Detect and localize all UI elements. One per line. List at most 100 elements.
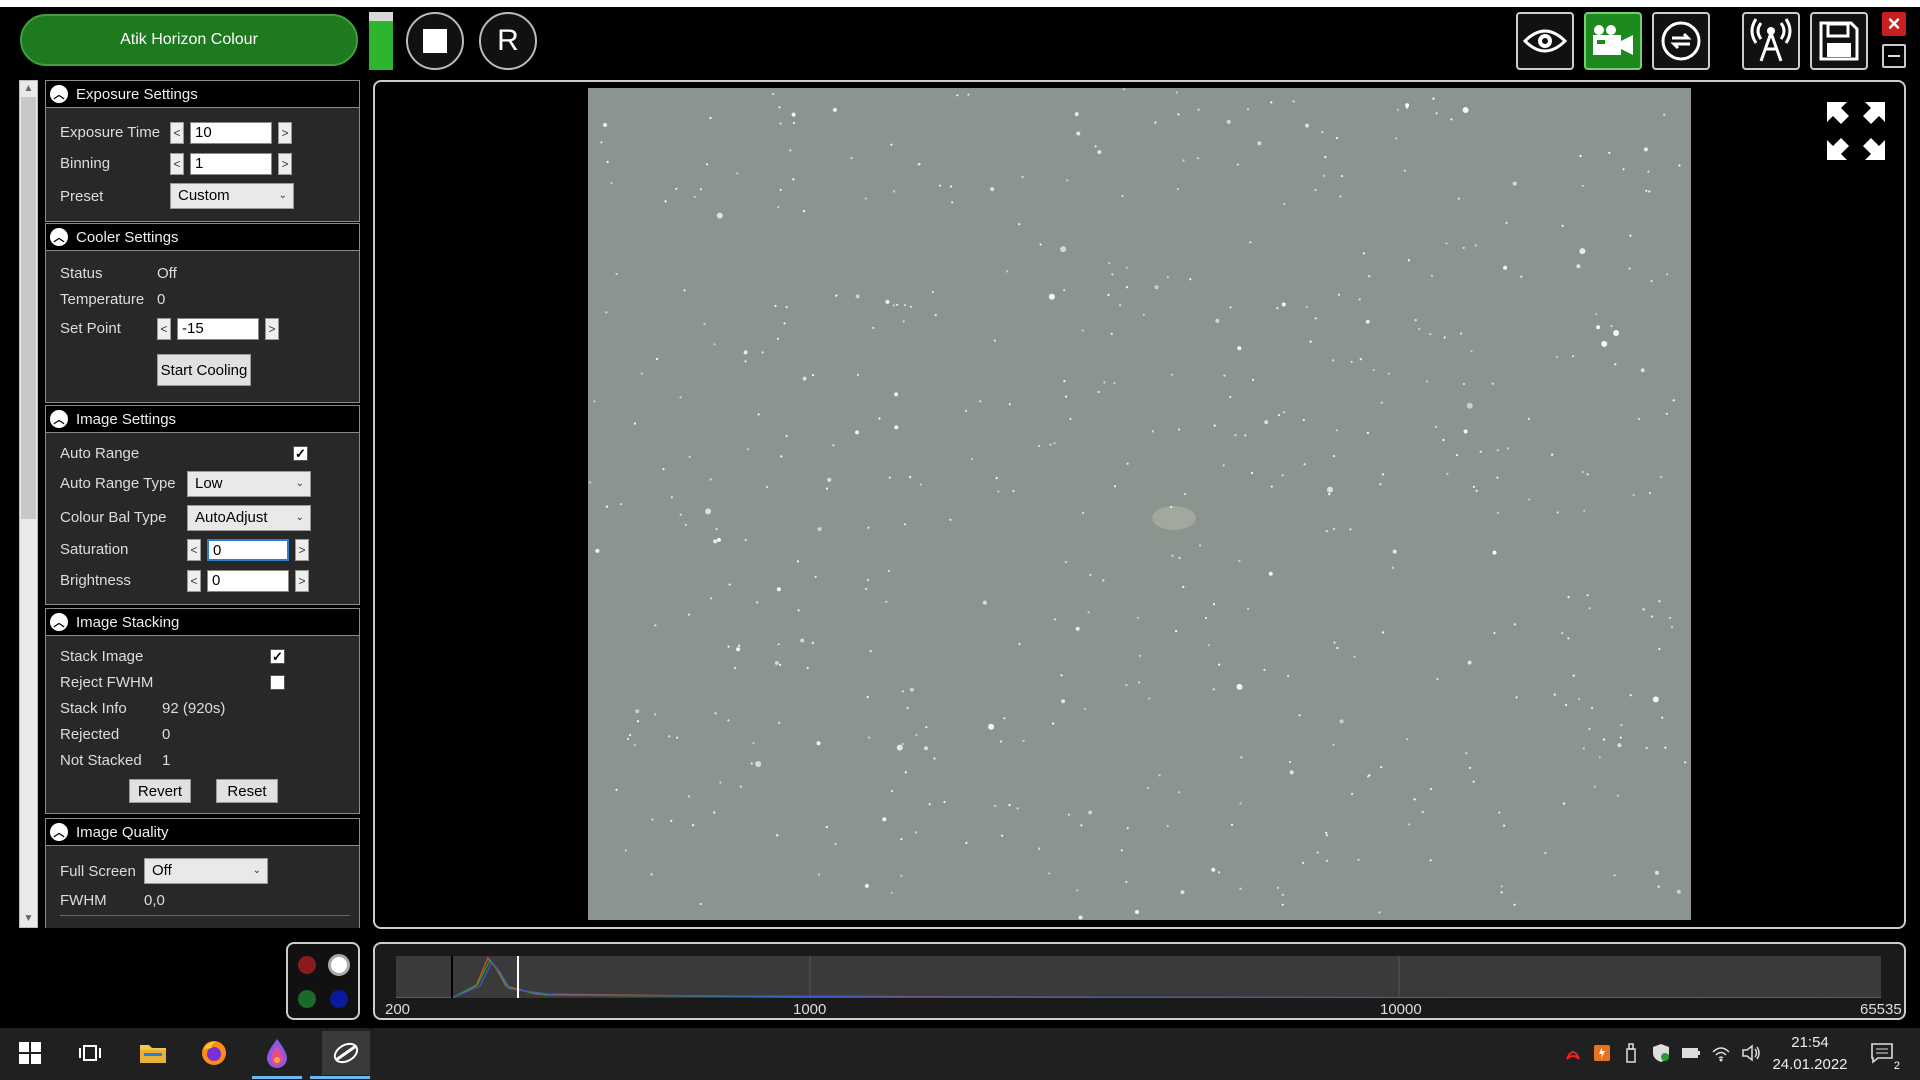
star [779,663,782,666]
star [802,376,807,381]
security-tray-icon[interactable] [1650,1042,1672,1064]
star [1407,259,1410,262]
reset-button[interactable]: Reset [216,779,278,803]
start-button[interactable] [13,1036,47,1070]
star [1142,313,1145,316]
star [832,444,835,447]
loop-button[interactable] [1652,12,1710,70]
usb-tray-icon[interactable] [1620,1042,1642,1064]
binning-field[interactable]: 1 [190,153,272,175]
acrobat-tray-icon[interactable] [1562,1042,1584,1064]
setpoint-field[interactable]: -15 [177,318,259,340]
star [1527,417,1530,420]
stack-image-checkbox[interactable]: ✓ [270,649,285,664]
star [1434,425,1437,428]
wifi-tray-icon[interactable] [1710,1042,1732,1064]
reject-fwhm-checkbox[interactable] [270,675,285,690]
star [1322,174,1325,177]
full-screen-dropdown[interactable]: Off ⌄ [144,858,268,884]
collapse-icon[interactable]: ︿ [50,228,68,246]
setpoint-increase[interactable]: > [265,318,279,340]
scroll-down-icon[interactable]: ▼ [20,911,37,927]
star [1629,234,1632,237]
revert-button[interactable]: Revert [129,779,191,803]
camera-select-button[interactable]: Atik Horizon Colour [20,14,358,66]
binning-decrease[interactable]: < [170,153,184,175]
star [1039,243,1042,246]
star [778,106,781,109]
star [1493,631,1496,635]
collapse-icon[interactable]: ︿ [50,613,68,631]
exposure-time-field[interactable]: 10 [190,122,272,144]
star-field-image[interactable] [588,88,1691,920]
scroll-thumb[interactable] [21,97,36,519]
image-stacking-header[interactable]: ︿ Image Stacking [46,609,359,636]
video-button[interactable] [1584,12,1642,70]
preview-button[interactable] [1516,12,1574,70]
star [1080,824,1083,827]
star [1316,851,1319,854]
notification-button[interactable]: 2 [1868,1040,1900,1072]
drop-app-button[interactable] [260,1036,294,1070]
star [1212,688,1215,691]
brightness-decrease[interactable]: < [187,570,201,592]
histogram-plot[interactable] [396,956,1882,999]
star [1325,831,1328,835]
clock-date[interactable]: 24.01.2022 [1768,1056,1852,1073]
battery-tray-icon[interactable] [1680,1042,1702,1064]
binning-increase[interactable]: > [278,153,292,175]
exposure-time-increase[interactable]: > [278,122,292,144]
star [1305,123,1309,128]
save-button[interactable] [1810,12,1868,70]
image-settings-header[interactable]: ︿ Image Settings [46,406,359,433]
minimize-button[interactable] [1882,44,1906,68]
broadcast-button[interactable] [1742,12,1800,70]
setpoint-decrease[interactable]: < [157,318,171,340]
task-view-button[interactable] [73,1036,107,1070]
auto-range-type-dropdown[interactable]: Low ⌄ [187,471,311,497]
colour-bal-dropdown[interactable]: AutoAdjust ⌄ [187,505,311,531]
close-button[interactable]: × [1882,11,1906,36]
saturation-increase[interactable]: > [295,539,309,561]
app-tray-icon[interactable] [1591,1042,1613,1064]
scroll-up-icon[interactable]: ▲ [20,81,37,97]
brightness-increase[interactable]: > [295,570,309,592]
collapse-icon[interactable]: ︿ [50,85,68,103]
exposure-settings-header[interactable]: ︿ Exposure Settings [46,81,359,108]
auto-range-checkbox[interactable]: ✓ [293,446,308,461]
stop-button[interactable] [406,12,464,70]
clock-time[interactable]: 21:54 [1775,1034,1845,1051]
atik-app-button[interactable] [322,1031,370,1075]
image-quality-header[interactable]: ︿ Image Quality [46,819,359,846]
brightness-field[interactable]: 0 [207,570,289,592]
star [1462,382,1465,386]
collapse-icon[interactable]: ︿ [50,823,68,841]
green-channel-icon[interactable] [298,990,316,1008]
cooler-settings-header[interactable]: ︿ Cooler Settings [46,224,359,251]
exposure-time-decrease[interactable]: < [170,122,184,144]
file-explorer-button[interactable] [136,1036,170,1070]
saturation-decrease[interactable]: < [187,539,201,561]
star [887,569,890,572]
settings-scrollbar[interactable]: ▲ ▼ [19,80,38,928]
collapse-icon[interactable]: ︿ [50,410,68,428]
saturation-field[interactable]: 0 [207,539,289,561]
firefox-button[interactable] [197,1036,231,1070]
start-cooling-button[interactable]: Start Cooling [157,354,251,386]
star [626,737,630,741]
not-stacked-value: 1 [162,752,171,769]
star [1665,273,1669,276]
image-settings-panel: ︿ Image Settings Auto Range ✓ Auto Range … [45,405,360,605]
star [1065,395,1068,398]
volume-tray-icon[interactable] [1740,1042,1762,1064]
fullscreen-icon[interactable] [1825,100,1887,162]
preset-dropdown[interactable]: Custom ⌄ [170,183,294,209]
star [1067,813,1070,816]
white-channel-icon[interactable] [328,954,350,976]
star [1503,265,1508,270]
red-channel-icon[interactable] [298,956,316,974]
star [1083,707,1087,710]
star [1341,175,1344,178]
blue-channel-icon[interactable] [330,990,348,1008]
r-button[interactable]: R [479,12,537,70]
